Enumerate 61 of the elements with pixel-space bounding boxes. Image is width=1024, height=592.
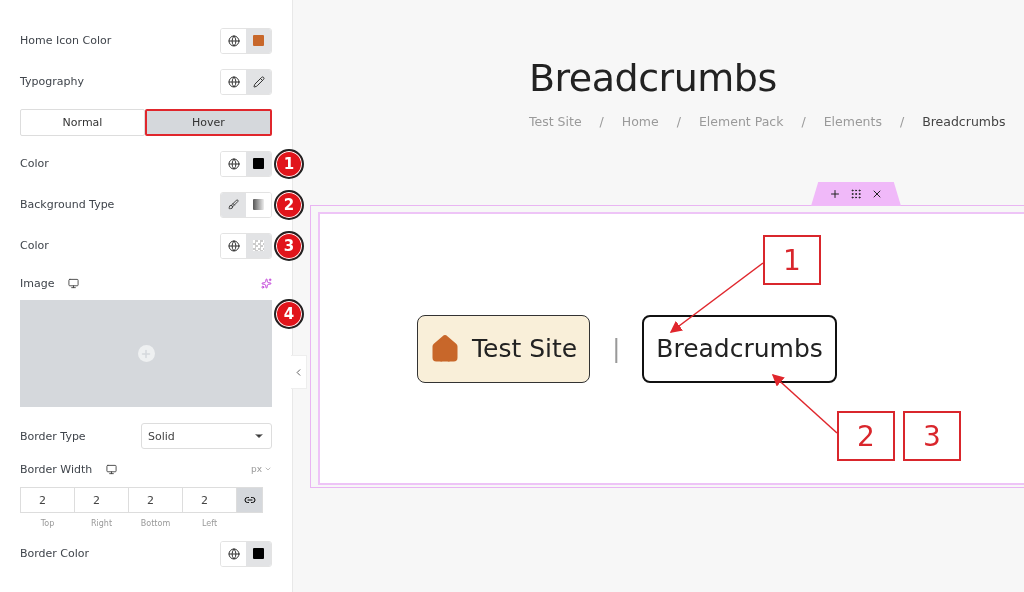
- pencil-icon: [252, 75, 265, 88]
- add-icon[interactable]: [829, 188, 841, 200]
- control-label: Home Icon Color: [20, 34, 112, 47]
- step-marker: 1: [274, 148, 304, 179]
- border-type-select[interactable]: Solid: [141, 423, 272, 449]
- dimension-label: Top: [39, 518, 56, 528]
- dimension-label: Left: [200, 518, 219, 528]
- state-tab[interactable]: Normal: [20, 109, 145, 136]
- color-control[interactable]: [220, 540, 272, 567]
- color-control[interactable]: [220, 150, 272, 177]
- page-title: Breadcrumbs: [529, 56, 778, 100]
- desktop-icon: [106, 463, 118, 475]
- classic-option[interactable]: [221, 192, 246, 217]
- annotation-arrow: [771, 374, 838, 434]
- dimension-field[interactable]: 2: [128, 487, 183, 513]
- desktop-icon: [68, 277, 80, 289]
- close-icon[interactable]: [871, 188, 883, 200]
- breadcrumb-separator: /: [899, 114, 905, 129]
- control-label: Color: [20, 239, 49, 252]
- color-control[interactable]: [220, 27, 272, 54]
- globe-icon: [227, 547, 240, 560]
- dimension-field[interactable]: 2: [20, 487, 75, 513]
- step-marker: 2: [274, 189, 304, 220]
- dimension-label: Right: [89, 518, 114, 528]
- control-label: Color: [20, 157, 49, 170]
- link-icon: [243, 494, 256, 506]
- breadcrumb-separator: /: [676, 114, 681, 129]
- gradient-icon: [253, 199, 264, 210]
- dimension-field[interactable]: 2: [74, 487, 129, 513]
- breadcrumb-separator: /: [599, 114, 604, 129]
- callout-number: 2: [837, 411, 895, 461]
- control-label: Background Type: [20, 198, 115, 211]
- breadcrumb-separator: /: [801, 114, 806, 129]
- brush-icon: [228, 199, 239, 210]
- add-icon: [137, 345, 155, 362]
- sparkle-icon[interactable]: [261, 277, 272, 289]
- control-label: Border Type: [20, 429, 86, 443]
- transparent-swatch-icon: [253, 240, 264, 251]
- home-icon: [430, 333, 460, 364]
- current-crumb[interactable]: Breadcrumbs: [642, 314, 837, 383]
- step-marker: 3: [274, 230, 304, 261]
- link-button[interactable]: [236, 487, 263, 513]
- control-label: Typography: [20, 75, 84, 88]
- dimension-label: Bottom: [139, 518, 172, 528]
- color-control[interactable]: [220, 232, 272, 259]
- callout-number: 1: [763, 235, 821, 285]
- control-label: Image: [20, 276, 55, 290]
- globe-icon: [227, 75, 240, 88]
- home-crumb[interactable]: Test Site: [417, 314, 591, 383]
- state-tab[interactable]: Hover: [145, 109, 272, 136]
- typography-control[interactable]: [220, 68, 272, 95]
- globe-icon: [227, 34, 240, 47]
- chevron-down-icon: [264, 465, 272, 473]
- globe-icon: [227, 239, 240, 252]
- step-marker: 4: [274, 299, 304, 329]
- grip-icon[interactable]: [850, 188, 862, 200]
- callout-number: 3: [903, 411, 961, 461]
- control-label: Border Width: [20, 462, 93, 476]
- globe-icon: [227, 157, 240, 170]
- control-label: Border Color: [20, 547, 90, 560]
- breadcrumb-separator: |: [612, 334, 621, 363]
